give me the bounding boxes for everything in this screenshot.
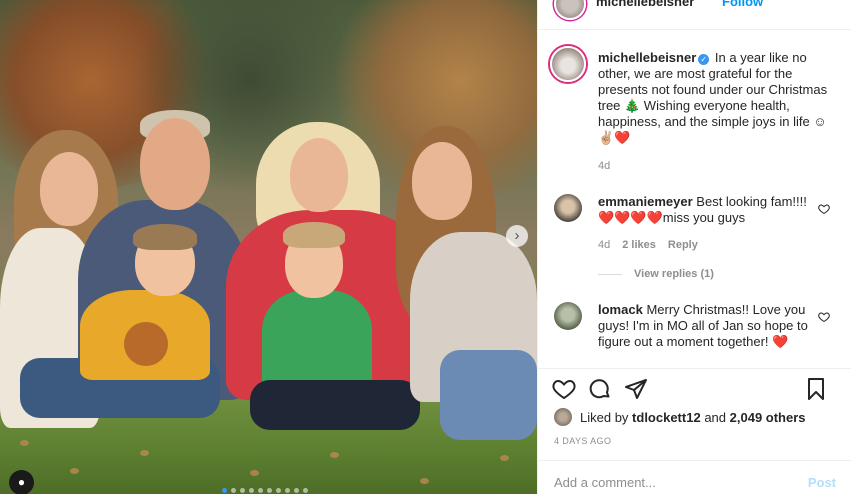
- next-slide-button[interactable]: ›: [506, 225, 528, 247]
- post-time[interactable]: 4 DAYS AGO: [554, 436, 611, 446]
- caption-avatar[interactable]: [550, 46, 586, 82]
- comment-input[interactable]: Add a comment...: [554, 475, 656, 490]
- comment-avatar-emmaniemeyer[interactable]: [554, 194, 582, 222]
- share-button[interactable]: [624, 377, 650, 403]
- comment-lomack: lomack Merry Christmas!! Love you guys! …: [598, 302, 810, 350]
- carousel-dot: [249, 488, 254, 493]
- action-bar: [538, 368, 851, 410]
- post-photo[interactable]: › ●: [0, 0, 537, 494]
- leaf: [140, 450, 149, 456]
- follow-button[interactable]: Follow: [722, 0, 763, 9]
- divider: [598, 273, 622, 275]
- save-button[interactable]: [804, 377, 830, 403]
- liker-avatar: [554, 408, 572, 426]
- carousel-indicator: [222, 488, 308, 493]
- comments-list[interactable]: michellebeisner ✓ In a year like no other…: [538, 30, 851, 368]
- comment-username[interactable]: emmaniemeyer: [598, 194, 693, 209]
- add-comment-bar: Add a comment... Post: [538, 460, 851, 494]
- leaf: [250, 470, 259, 476]
- bookmark-icon: [808, 378, 824, 400]
- comment-likes[interactable]: 2 likes: [622, 239, 656, 251]
- leaf: [500, 455, 509, 461]
- view-replies-button[interactable]: View replies (1): [598, 268, 714, 280]
- carousel-dot: [285, 488, 290, 493]
- view-replies-label: View replies (1): [634, 268, 714, 280]
- chevron-right-icon: ›: [514, 227, 520, 244]
- heart-icon[interactable]: [818, 310, 830, 323]
- comment-username[interactable]: lomack: [598, 302, 643, 317]
- carousel-dot: [231, 488, 236, 493]
- likes-others[interactable]: 2,049 others: [730, 410, 806, 425]
- like-button[interactable]: [552, 377, 578, 403]
- header-username[interactable]: michellebeisner: [596, 0, 694, 9]
- heart-icon: [552, 379, 576, 400]
- post-comment-button[interactable]: Post: [808, 475, 836, 490]
- caption-time[interactable]: 4d: [598, 160, 610, 172]
- carousel-dot: [294, 488, 299, 493]
- send-icon: [625, 379, 647, 399]
- carousel-dot: [276, 488, 281, 493]
- caption: michellebeisner ✓ In a year like no other…: [598, 50, 830, 146]
- likes-summary: Liked by tdlockett12 and 2,049 others: [554, 408, 806, 426]
- carousel-dot: [267, 488, 272, 493]
- avatar[interactable]: [554, 0, 586, 20]
- leaf: [420, 478, 429, 484]
- liker-username[interactable]: tdlockett12: [632, 410, 701, 425]
- comment-time[interactable]: 4d: [598, 239, 610, 251]
- leaf: [70, 468, 79, 474]
- user-icon: ●: [17, 475, 26, 489]
- comment-emmaniemeyer: emmaniemeyer Best looking fam!!!!❤️❤️❤️❤…: [598, 194, 810, 226]
- comment-icon: [589, 379, 610, 399]
- post-header: michellebeisner Follow: [538, 0, 851, 30]
- carousel-dot: [222, 488, 227, 493]
- likes-joiner: and: [704, 409, 727, 425]
- carousel-dot: [303, 488, 308, 493]
- verified-badge-icon: ✓: [698, 54, 710, 65]
- comment-avatar-lomack[interactable]: [554, 302, 582, 330]
- carousel-dot: [240, 488, 245, 493]
- heart-icon[interactable]: [818, 202, 830, 215]
- comment-meta: 4d 2 likes Reply: [598, 239, 698, 251]
- caption-username[interactable]: michellebeisner: [598, 50, 696, 65]
- leaf: [20, 440, 29, 446]
- post-side-panel: michellebeisner Follow michellebeisner ✓ …: [537, 0, 851, 494]
- carousel-dot: [258, 488, 263, 493]
- reply-button[interactable]: Reply: [668, 239, 698, 251]
- comment-button[interactable]: [588, 377, 614, 403]
- tagged-users-button[interactable]: ●: [9, 470, 34, 494]
- likes-prefix: Liked by: [580, 409, 629, 425]
- leaf: [330, 452, 339, 458]
